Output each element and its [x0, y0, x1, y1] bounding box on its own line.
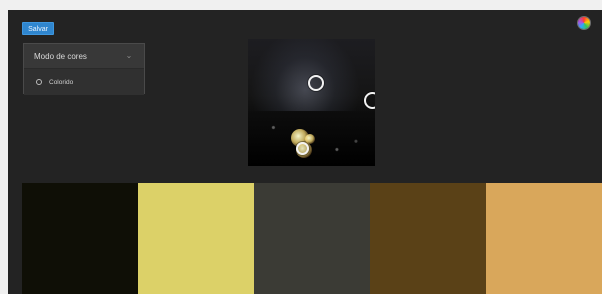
sample-marker-3[interactable] [296, 142, 309, 155]
color-palette [22, 183, 602, 294]
chevron-down-double-icon[interactable]: ⌄ [124, 51, 134, 61]
source-photo [248, 39, 375, 166]
palette-swatch-5[interactable] [486, 183, 602, 294]
color-mode-title: Modo de cores [34, 51, 87, 61]
palette-swatch-1[interactable] [22, 183, 138, 294]
app-window: Salvar Modo de cores ⌄ Colorido [8, 10, 602, 294]
palette-swatch-4[interactable] [370, 183, 486, 294]
color-wheel-icon[interactable] [578, 17, 590, 29]
save-button[interactable]: Salvar [22, 22, 54, 35]
sample-marker-1[interactable] [308, 75, 324, 91]
color-mode-radio-icon[interactable] [36, 79, 42, 85]
sample-marker-2[interactable] [364, 92, 375, 109]
color-mode-header[interactable]: Modo de cores ⌄ [24, 44, 144, 69]
color-mode-option-label[interactable]: Colorido [49, 79, 73, 86]
color-mode-panel: Modo de cores ⌄ Colorido [23, 43, 145, 95]
color-mode-option-list: Colorido [24, 69, 144, 95]
palette-swatch-3[interactable] [254, 183, 370, 294]
palette-swatch-2[interactable] [138, 183, 254, 294]
